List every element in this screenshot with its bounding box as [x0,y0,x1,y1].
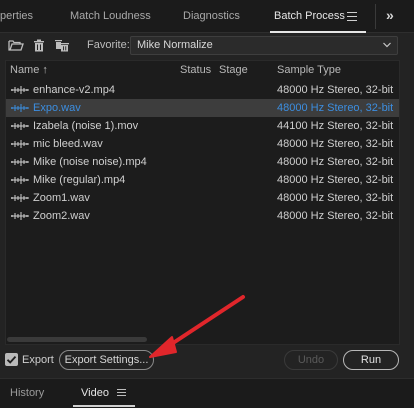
audio-waveform-icon [11,194,29,202]
video-panel-menu-icon[interactable] [117,389,126,397]
file-name: Mike (regular).mp4 [33,174,126,186]
tab-properties[interactable]: perties [0,0,33,33]
file-sample-type: 48000 Hz Stereo, 32-bit [277,210,394,222]
tab-video[interactable]: Video [81,379,109,407]
file-sample-type: 48000 Hz Stereo, 32-bit [277,102,394,114]
audio-waveform-icon [11,176,29,184]
file-row[interactable]: mic bleed.wav 48000 Hz Stereo, 32-bit [6,135,399,153]
bottom-tab-bar: History Video [0,378,414,408]
trash-icon[interactable] [31,38,47,52]
file-sample-type: 48000 Hz Stereo, 32-bit [277,192,394,204]
audio-waveform-icon [11,158,29,166]
file-row[interactable]: Mike (regular).mp4 48000 Hz Stereo, 32-bi… [6,171,399,189]
batch-toolbar: Favorite: Mike Normalize [0,33,414,58]
file-row[interactable]: Mike (noise noise).mp4 48000 Hz Stereo, 3… [6,153,399,171]
column-name-label: Name [10,64,40,76]
column-header-name[interactable]: Name ↑ [10,61,48,80]
favorite-selected-value: Mike Normalize [137,39,213,51]
file-row[interactable]: Zoom2.wav 48000 Hz Stereo, 32-bit [6,207,399,225]
trash-all-icon[interactable] [54,38,70,52]
audio-waveform-icon [11,212,29,220]
file-row[interactable]: Izabela (noise 1).mov 44100 Hz Stereo, 32… [6,117,399,135]
favorite-dropdown[interactable]: Mike Normalize [130,36,398,55]
column-header-sample-type[interactable]: Sample Type [277,61,341,80]
file-name: Zoom2.wav [33,210,90,222]
export-checkbox[interactable] [5,353,18,366]
audio-waveform-icon [11,104,29,112]
file-row[interactable]: enhance-v2.mp4 48000 Hz Stereo, 32-bit [6,81,399,99]
file-list-panel: Name ↑ Status Stage Sample Type enhance-… [5,60,400,345]
column-header-status[interactable]: Status [180,61,211,80]
tab-history[interactable]: History [10,379,44,407]
file-list: enhance-v2.mp4 48000 Hz Stereo, 32-bit Exp… [6,81,399,225]
folder-open-icon[interactable] [8,38,24,52]
file-sample-type: 48000 Hz Stereo, 32-bit [277,156,394,168]
chevron-down-icon [383,42,391,48]
file-name: mic bleed.wav [33,138,103,150]
export-checkbox-label: Export [22,354,54,366]
audio-waveform-icon [11,86,29,94]
horizontal-scrollbar[interactable] [7,337,147,342]
tab-divider [375,4,376,29]
tab-diagnostics[interactable]: Diagnostics [183,0,240,33]
column-header-stage[interactable]: Stage [219,61,248,80]
tab-overflow-icon[interactable]: » [386,0,394,33]
file-row[interactable]: Zoom1.wav 48000 Hz Stereo, 32-bit [6,189,399,207]
file-name: Zoom1.wav [33,192,90,204]
panel-tab-bar: perties Match Loudness Diagnostics Batch… [0,0,414,33]
file-sample-type: 44100 Hz Stereo, 32-bit [277,120,394,132]
active-bottom-tab-indicator [73,405,135,407]
audio-waveform-icon [11,122,29,130]
file-sample-type: 48000 Hz Stereo, 32-bit [277,84,394,96]
file-name: Mike (noise noise).mp4 [33,156,147,168]
batch-controls: Export Export Settings... Undo Run [0,347,414,375]
undo-button[interactable]: Undo [284,350,338,370]
file-list-header: Name ↑ Status Stage Sample Type [6,61,399,80]
file-name: enhance-v2.mp4 [33,84,115,96]
file-name: Expo.wav [33,102,81,114]
run-button[interactable]: Run [343,350,399,370]
file-sample-type: 48000 Hz Stereo, 32-bit [277,138,394,150]
tab-batch-process[interactable]: Batch Process [274,0,345,33]
export-settings-button[interactable]: Export Settings... [59,350,154,370]
tab-match-loudness[interactable]: Match Loudness [70,0,151,33]
file-sample-type: 48000 Hz Stereo, 32-bit [277,174,394,186]
favorite-label: Favorite: [87,39,130,51]
sort-ascending-icon: ↑ [42,64,48,76]
file-name: Izabela (noise 1).mov [33,120,139,132]
panel-menu-icon[interactable] [347,12,357,21]
batch-process-window: perties Match Loudness Diagnostics Batch… [0,0,414,408]
file-row[interactable]: Expo.wav 48000 Hz Stereo, 32-bit [6,99,399,117]
audio-waveform-icon [11,140,29,148]
checkmark-icon [6,355,17,364]
